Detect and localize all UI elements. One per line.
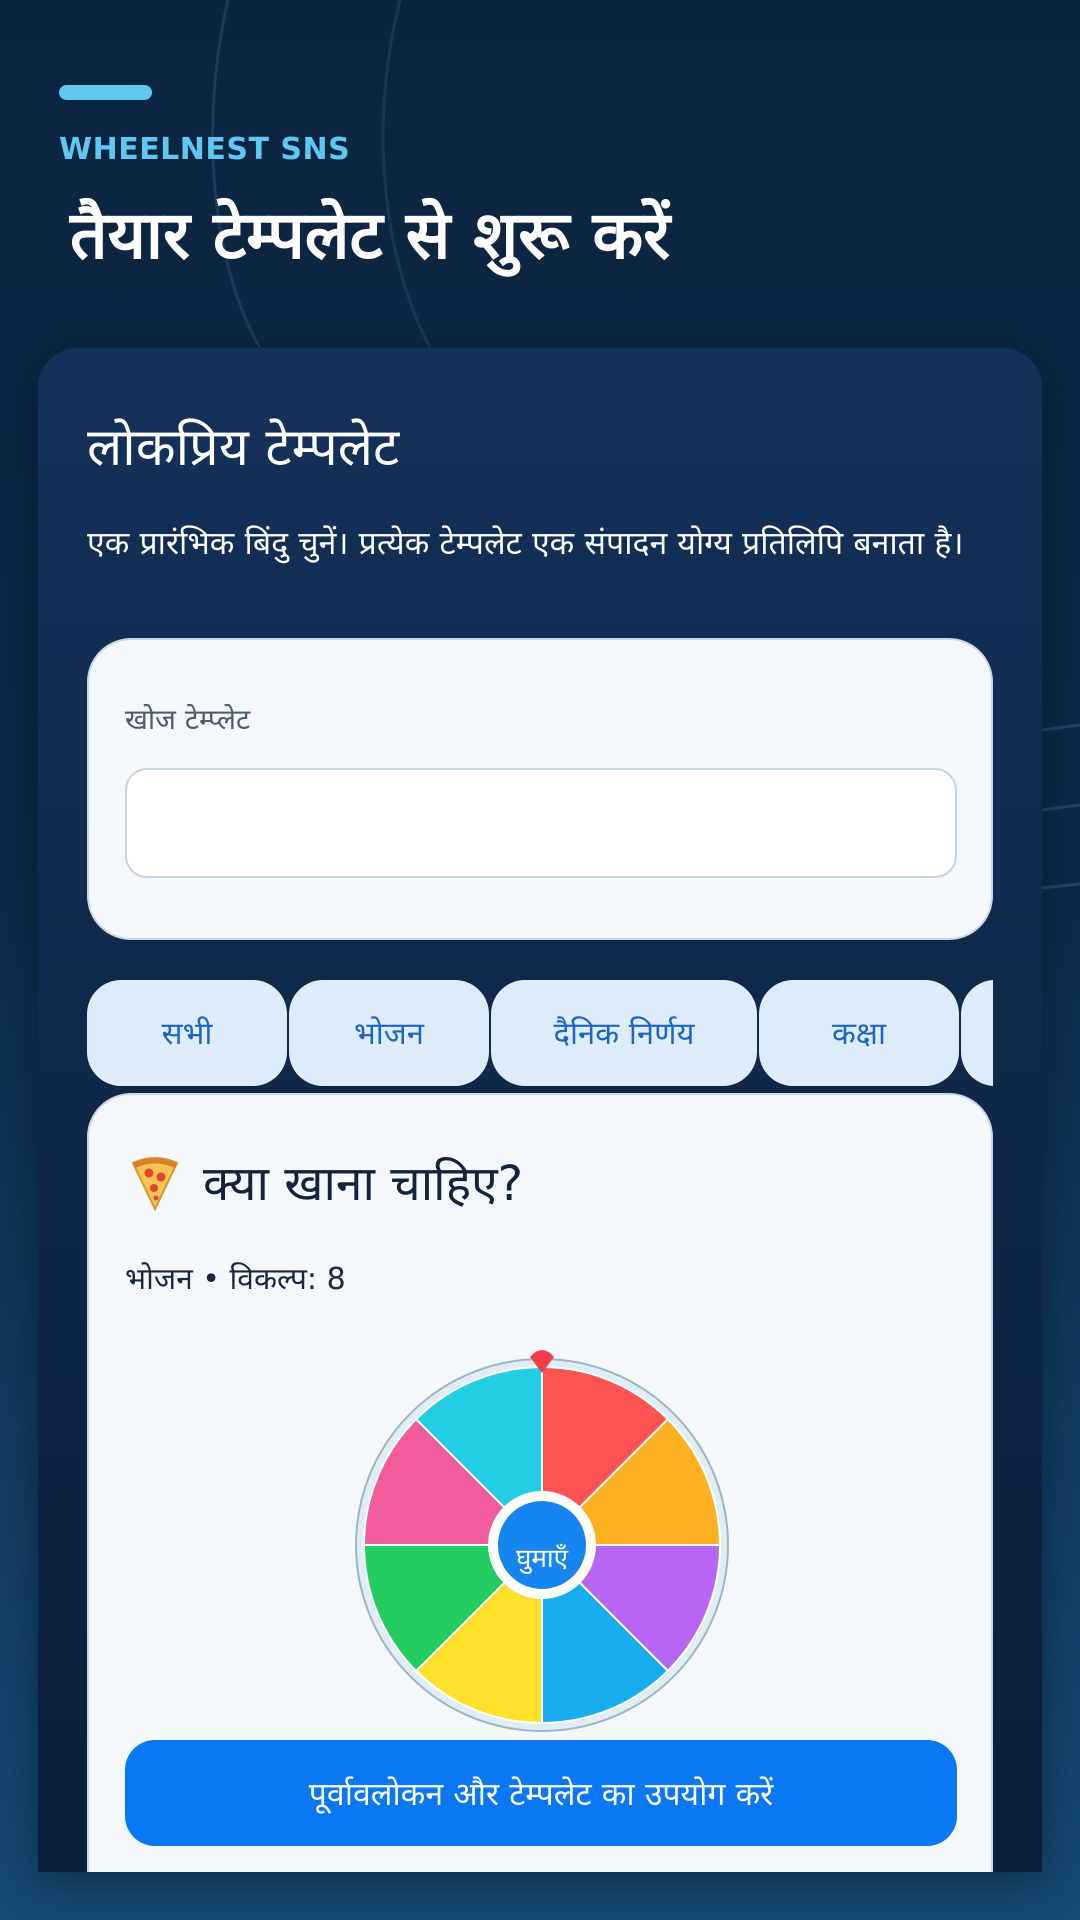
panel-description: एक प्रारंभिक बिंदु चुनें। प्रत्येक टेम्प… [87, 524, 964, 562]
category-chips: सभी भोजन दैनिक निर्णय कक्षा [87, 980, 993, 1086]
search-label: खोज टेम्प्लेट [125, 703, 251, 736]
page-title: तैयार टेम्पलेट से शुरू करें [70, 197, 671, 274]
wheel-preview: घुमाएँ [353, 1347, 731, 1747]
chip-classroom[interactable]: कक्षा [759, 980, 959, 1086]
preview-use-template-button[interactable]: पूर्वावलोकन और टेम्पलेट का उपयोग करें [125, 1740, 957, 1846]
chip-more[interactable] [961, 980, 993, 1086]
templates-panel: लोकप्रिय टेम्पलेट एक प्रारंभिक बिंदु चुन… [38, 348, 1042, 1872]
chip-all[interactable]: सभी [87, 980, 287, 1086]
wheel-graphic [355, 1350, 729, 1732]
search-card: खोज टेम्प्लेट [87, 638, 993, 940]
chip-food[interactable]: भोजन [289, 980, 489, 1086]
template-card[interactable]: क्या खाना चाहिए? भोजन • विकल्प: 8 घुमाएँ… [87, 1093, 993, 1872]
accent-bar [59, 85, 152, 100]
panel-title: लोकप्रिय टेम्पलेट [87, 418, 400, 478]
brand-name: WHEELNEST SNS [59, 132, 351, 167]
template-meta: भोजन • विकल्प: 8 [125, 1262, 346, 1297]
chip-daily-decisions[interactable]: दैनिक निर्णय [491, 980, 757, 1086]
pizza-icon [131, 1156, 179, 1211]
template-title: क्या खाना चाहिए? [203, 1156, 524, 1212]
search-input[interactable] [125, 768, 957, 878]
template-title-row: क्या खाना चाहिए? [125, 1150, 523, 1215]
